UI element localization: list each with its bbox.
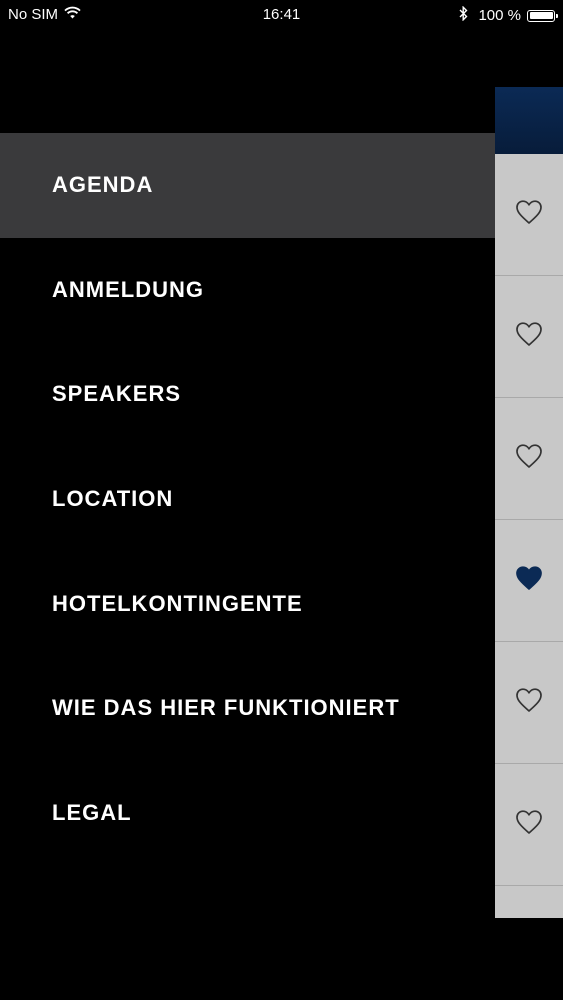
menu-item-anmeldung[interactable]: ANMELDUNG: [0, 238, 495, 343]
content-header: [495, 87, 563, 154]
heart-outline-icon[interactable]: [515, 199, 543, 230]
menu-item-label: AGENDA: [52, 172, 154, 198]
menu-item-label: HOTELKONTINGENTE: [52, 590, 303, 616]
list-item[interactable]: [495, 642, 563, 764]
list-item[interactable]: [495, 154, 563, 276]
heart-outline-icon[interactable]: [515, 321, 543, 352]
battery-icon: [527, 9, 558, 22]
menu-item-label: LOCATION: [52, 486, 174, 512]
heart-outline-icon[interactable]: [515, 443, 543, 474]
menu-item-label: WIE DAS HIER FUNKTIONIERT: [52, 695, 400, 721]
menu-item-legal[interactable]: LEGAL: [0, 761, 495, 866]
app-screen: No SIM 16:41 100 % AGENDA ANMELDUNG SPEA…: [0, 0, 563, 1000]
menu-item-label: ANMELDUNG: [52, 276, 204, 302]
menu-item-hotelkontingente[interactable]: HOTELKONTINGENTE: [0, 551, 495, 656]
list-item[interactable]: [495, 764, 563, 886]
navigation-drawer: AGENDA ANMELDUNG SPEAKERS LOCATION HOTELKONT…: [0, 0, 495, 1000]
menu-item-wie-das-hier-funktioniert[interactable]: WIE DAS HIER FUNKTIONIERT: [0, 656, 495, 761]
list-item[interactable]: [495, 520, 563, 642]
drawer-menu: AGENDA ANMELDUNG SPEAKERS LOCATION HOTELKONT…: [0, 133, 495, 865]
list-item[interactable]: [495, 276, 563, 398]
heart-filled-icon[interactable]: [515, 565, 543, 596]
menu-item-location[interactable]: LOCATION: [0, 447, 495, 552]
list-item[interactable]: [495, 398, 563, 520]
main-content-peek[interactable]: [495, 87, 563, 918]
menu-item-agenda[interactable]: AGENDA: [0, 133, 495, 238]
menu-item-label: SPEAKERS: [52, 381, 182, 407]
battery-fill: [529, 12, 553, 19]
menu-item-label: LEGAL: [52, 799, 132, 825]
heart-outline-icon[interactable]: [515, 687, 543, 718]
heart-outline-icon[interactable]: [515, 809, 543, 840]
menu-item-speakers[interactable]: SPEAKERS: [0, 342, 495, 447]
